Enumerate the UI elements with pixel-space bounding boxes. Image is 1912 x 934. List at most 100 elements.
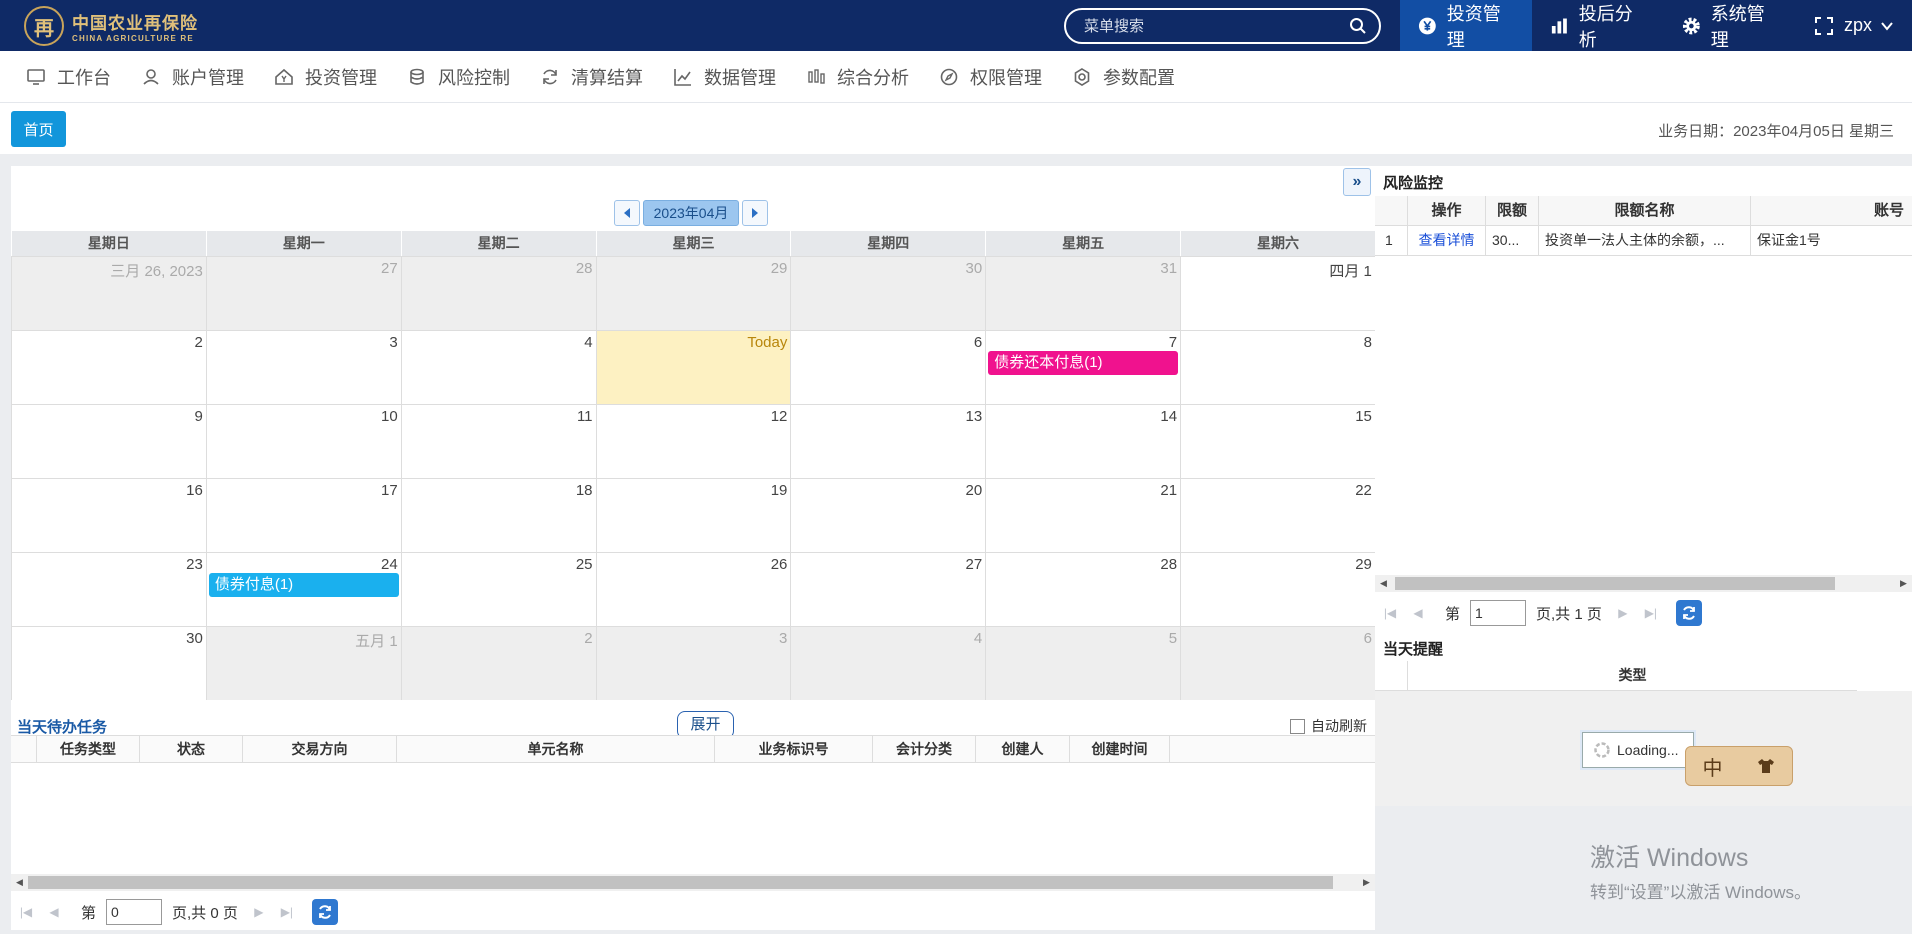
scrollbar-thumb[interactable]	[28, 876, 1333, 889]
refresh-icon[interactable]	[311, 899, 338, 925]
ime-language[interactable]: 中	[1703, 752, 1723, 781]
calendar-day-cell[interactable]: 27	[205, 257, 401, 330]
calendar-day-cell[interactable]: 30	[11, 627, 206, 700]
calendar-day-cell[interactable]: 3	[205, 331, 401, 404]
calendar-day-cell[interactable]: 24 债券付息(1)	[205, 553, 401, 626]
collapse-panel-button[interactable]: »	[1343, 168, 1371, 196]
calendar-day-cell[interactable]: 17	[205, 479, 401, 552]
topnav-investment[interactable]: 投资管理	[1400, 0, 1532, 51]
calendar-day-cell[interactable]: 8	[1180, 331, 1375, 404]
calendar-day-cell[interactable]: 23	[11, 553, 206, 626]
auto-refresh-checkbox[interactable]	[1290, 718, 1305, 734]
calendar-day-cell[interactable]: 30	[790, 257, 986, 330]
ime-toolbar[interactable]: 中	[1685, 746, 1793, 786]
calendar-day-cell[interactable]: 五月 1	[205, 627, 401, 700]
scroll-right-icon[interactable]: ▶	[1358, 874, 1375, 891]
calendar-day-cell[interactable]: 15	[1180, 405, 1375, 478]
calendar-day-cell[interactable]: 31	[985, 257, 1181, 330]
calendar-day-cell[interactable]: 3	[595, 627, 791, 700]
first-page-icon[interactable]: |◀	[1379, 602, 1401, 624]
refresh-icon[interactable]	[1675, 600, 1702, 626]
prev-page-icon[interactable]: ◀	[43, 901, 65, 923]
day-number: 9	[194, 408, 203, 425]
calendar-day-cell[interactable]: 13	[790, 405, 986, 478]
next-page-icon[interactable]: ▶	[1612, 602, 1634, 624]
calendar-day-cell[interactable]: 5	[985, 627, 1181, 700]
prev-month-button[interactable]	[614, 200, 640, 226]
calendar-day-cell[interactable]: 28	[985, 553, 1181, 626]
calendar-day-cell[interactable]: 9	[11, 405, 206, 478]
calendar-day-cell[interactable]: 三月 26, 2023	[11, 257, 206, 330]
menu-risk[interactable]: 风险控制	[407, 64, 510, 90]
calendar-day-cell[interactable]: 7 债券还本付息(1)	[985, 331, 1181, 404]
calendar-day-today[interactable]: Today	[595, 331, 791, 404]
scroll-left-icon[interactable]: ◀	[11, 874, 28, 891]
row-number: 1	[1385, 232, 1393, 248]
calendar-day-cell[interactable]: 四月 1	[1180, 257, 1375, 330]
last-page-icon[interactable]: ▶|	[1640, 602, 1662, 624]
prev-page-icon[interactable]: ◀	[1407, 602, 1429, 624]
menu-search-input[interactable]	[1084, 17, 1349, 35]
calendar-event[interactable]: 债券还本付息(1)	[988, 351, 1179, 375]
calendar-day-cell[interactable]: 16	[11, 479, 206, 552]
scrollbar-thumb[interactable]	[1395, 577, 1835, 590]
calendar-day-cell[interactable]: 6	[1180, 627, 1375, 700]
calendar-day-cell[interactable]: 18	[400, 479, 596, 552]
menu-account[interactable]: 账户管理	[141, 64, 244, 90]
calendar-day-cell[interactable]: 29	[595, 257, 791, 330]
next-month-button[interactable]	[742, 200, 768, 226]
day-number: 五月 1	[355, 633, 398, 650]
menu-analysis[interactable]: 综合分析	[806, 64, 909, 90]
calendar-day-cell[interactable]: 28	[400, 257, 596, 330]
menu-permission[interactable]: 权限管理	[939, 64, 1042, 90]
search-icon[interactable]	[1349, 17, 1367, 35]
menu-workbench[interactable]: 工作台	[26, 64, 111, 90]
calendar-day-cell[interactable]: 6	[790, 331, 986, 404]
topnav-post-investment[interactable]: 投后分析	[1532, 0, 1664, 51]
todo-horizontal-scrollbar[interactable]: ◀ ▶	[11, 874, 1375, 891]
calendar-day-cell[interactable]: 25	[400, 553, 596, 626]
calendar-day-cell[interactable]: 21	[985, 479, 1181, 552]
calendar-day-cell[interactable]: 2	[11, 331, 206, 404]
auto-refresh-toggle[interactable]: 自动刷新	[1290, 716, 1367, 736]
month-label[interactable]: 2023年04月	[643, 200, 739, 226]
candlestick-icon	[808, 68, 825, 84]
remind-table-header: 类型	[1375, 661, 1857, 691]
calendar-day-cell[interactable]: 2	[400, 627, 596, 700]
pager-prefix: 第	[1445, 605, 1461, 623]
brand-logo[interactable]: 再 中国农业再保险 CHINA AGRICULTURE RE	[24, 6, 198, 46]
page-number-input[interactable]: 1	[1470, 600, 1527, 626]
day-number: 8	[1363, 334, 1372, 351]
calendar-day-cell[interactable]: 27	[790, 553, 986, 626]
last-page-icon[interactable]: ▶|	[276, 901, 298, 923]
tab-home[interactable]: 首页	[11, 111, 66, 147]
page-number-input[interactable]: 0	[106, 899, 163, 925]
calendar-day-cell[interactable]: 10	[205, 405, 401, 478]
topnav-system[interactable]: 系统管理	[1664, 0, 1796, 51]
first-page-icon[interactable]: |◀	[15, 901, 37, 923]
calendar-day-cell[interactable]: 22	[1180, 479, 1375, 552]
menu-investment[interactable]: 投资管理	[274, 64, 377, 90]
scroll-right-icon[interactable]: ▶	[1895, 575, 1912, 592]
calendar-day-cell[interactable]: 4	[790, 627, 986, 700]
calendar-day-cell[interactable]: 11	[400, 405, 596, 478]
menu-data[interactable]: 数据管理	[673, 64, 776, 90]
menu-settlement[interactable]: 清算结算	[540, 64, 643, 90]
user-menu[interactable]: zpx	[1796, 0, 1912, 51]
shirt-icon[interactable]	[1756, 757, 1776, 775]
day-number: 6	[1363, 630, 1372, 647]
menu-parameters[interactable]: 参数配置	[1072, 64, 1175, 90]
calendar-day-cell[interactable]: 19	[595, 479, 791, 552]
view-details-link[interactable]: 查看详情	[1407, 226, 1485, 255]
calendar-day-cell[interactable]: 12	[595, 405, 791, 478]
risk-horizontal-scrollbar[interactable]: ◀ ▶	[1375, 575, 1912, 592]
scroll-left-icon[interactable]: ◀	[1375, 575, 1392, 592]
calendar-day-cell[interactable]: 4	[400, 331, 596, 404]
calendar-day-cell[interactable]: 26	[595, 553, 791, 626]
calendar-day-cell[interactable]: 29	[1180, 553, 1375, 626]
calendar-day-cell[interactable]: 20	[790, 479, 986, 552]
calendar-day-cell[interactable]: 14	[985, 405, 1181, 478]
calendar-event[interactable]: 债券付息(1)	[208, 573, 399, 597]
next-page-icon[interactable]: ▶	[248, 901, 270, 923]
col-type: 类型	[1407, 661, 1857, 690]
